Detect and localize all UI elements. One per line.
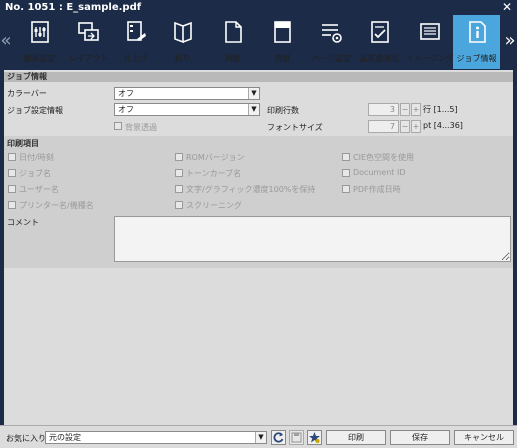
settings-panel: ジョブ情報 カラーバー オフ ▼ ジョブ設定情報 オフ ▼ 背景透過 印刷行数 … (4, 70, 513, 425)
favorites-select[interactable]: 元の設定 ▼ (45, 431, 267, 444)
font-size-range: pt [4...36] (423, 121, 463, 130)
font-size-label: フォントサイズ (267, 123, 323, 132)
window-title: No. 1051 : E_sample.pdf (5, 2, 142, 13)
tab-label: ページ設定 (311, 54, 352, 63)
print-item-label: CIE色空間を使用 (353, 153, 414, 162)
refresh-icon (273, 432, 284, 443)
tab-label: ジョブ情報 (456, 54, 497, 63)
print-item-label: ジョブ名 (19, 169, 51, 178)
tab-quick-settings[interactable]: 簡易設定 (16, 15, 63, 69)
decrement-button[interactable]: − (400, 120, 410, 133)
print-button[interactable]: 印刷 (326, 430, 386, 445)
checkbox[interactable] (342, 153, 350, 161)
color-bar-select[interactable]: オフ ▼ (114, 87, 260, 100)
job-settings-window: No. 1051 : E_sample.pdf ✕ « 簡易設定 レイアウト 仕… (0, 0, 517, 448)
refresh-button[interactable] (271, 430, 286, 445)
tab-page-settings[interactable]: ページ設定 (308, 15, 355, 69)
floppy-icon (291, 432, 302, 443)
tab-label: 折り (174, 54, 191, 63)
tab-label: 用紙 (224, 54, 241, 63)
paper-icon (224, 21, 242, 43)
checkbox[interactable] (8, 201, 16, 209)
increment-button[interactable]: + (411, 103, 421, 116)
tab-paper[interactable]: 用紙 (209, 15, 256, 69)
tab-job-info[interactable]: ジョブ情報 (453, 15, 500, 69)
favorites-label: お気に入り (6, 434, 46, 443)
cover-icon (273, 21, 291, 43)
tab-layout[interactable]: レイアウト (65, 15, 112, 69)
tab-label: 表紙 (274, 54, 291, 63)
scroll-right-button[interactable]: » (504, 29, 516, 55)
job-info-header: ジョブ情報 (4, 72, 513, 82)
chevron-down-icon: ▼ (255, 432, 266, 443)
quick-settings-icon (30, 21, 49, 43)
comment-label: コメント (7, 218, 39, 227)
checkbox[interactable] (175, 201, 183, 209)
print-item-label: PDF作成日時 (353, 185, 401, 194)
chevron-down-icon: ▼ (248, 104, 259, 115)
checkbox[interactable] (175, 153, 183, 161)
page-settings-icon (321, 24, 342, 43)
print-item-label: プリンター名/機種名 (19, 201, 94, 210)
finishing-icon (126, 21, 146, 41)
job-setting-select[interactable]: オフ ▼ (114, 103, 260, 116)
tab-label: 簡易設定 (23, 54, 56, 63)
checkbox[interactable] (342, 185, 350, 193)
tab-quality[interactable]: 品質最適化 (356, 15, 403, 69)
favorites-value: 元の設定 (49, 433, 81, 442)
bg-transparent-checkbox[interactable] (114, 122, 122, 130)
checkbox[interactable] (175, 185, 183, 193)
fold-icon (173, 21, 192, 44)
checkbox[interactable] (8, 185, 16, 193)
bg-transparent-label: 背景透過 (125, 123, 157, 132)
footer-bar: お気に入り 元の設定 ▼ 印刷 保存 キャンセル (0, 425, 517, 448)
job-setting-value: オフ (118, 105, 134, 114)
print-lines-label: 印刷行数 (267, 106, 299, 115)
print-item-label: トーンカーブ名 (186, 169, 242, 178)
print-item-label: ユーザー名 (19, 185, 59, 194)
job-info-icon (468, 21, 486, 43)
print-lines-value[interactable]: 3 (368, 103, 399, 116)
print-item-label: ROMバージョン (186, 153, 245, 162)
close-button[interactable]: ✕ (502, 0, 512, 14)
decrement-button[interactable]: − (400, 103, 410, 116)
print-item-label: 文字/グラフィック濃度100%を保持 (186, 185, 316, 194)
color-bar-value: オフ (118, 89, 134, 98)
tab-finishing[interactable]: 仕上げ (112, 15, 159, 69)
tab-fold[interactable]: 折り (159, 15, 206, 69)
increment-button[interactable]: + (411, 120, 421, 133)
comment-textarea[interactable] (114, 216, 511, 262)
tab-cover[interactable]: 表紙 (259, 15, 306, 69)
scroll-left-button[interactable]: « (0, 29, 12, 55)
layout-icon (77, 22, 99, 41)
tab-label: 品質最適化 (359, 54, 400, 63)
color-bar-label: カラーバー (7, 89, 47, 98)
imaging-icon (419, 23, 440, 40)
category-toolbar: « 簡易設定 レイアウト 仕上げ 折り 用紙 表紙 ページ設定 品質最適化 イメ… (0, 15, 517, 69)
print-lines-range: 行 [1...5] (423, 105, 458, 114)
favorite-star-button[interactable] (307, 430, 322, 445)
chevron-down-icon: ▼ (248, 88, 259, 99)
tab-imaging[interactable]: イメージング (406, 15, 453, 69)
checkbox[interactable] (8, 169, 16, 177)
print-item-label: 日付/時刻 (19, 153, 54, 162)
star-icon (309, 432, 320, 443)
font-size-value[interactable]: 7 (368, 120, 399, 133)
print-item-label: スクリーニング (186, 201, 242, 210)
quality-icon (370, 21, 389, 43)
save-favorite-button[interactable] (289, 430, 304, 445)
checkbox[interactable] (8, 153, 16, 161)
save-button[interactable]: 保存 (390, 430, 450, 445)
title-bar: No. 1051 : E_sample.pdf ✕ (0, 0, 517, 15)
print-item-label: Document ID (353, 168, 406, 177)
cancel-button[interactable]: キャンセル (454, 430, 514, 445)
checkbox[interactable] (342, 169, 350, 177)
print-items-header: 印刷項目 (7, 139, 39, 148)
checkbox[interactable] (175, 169, 183, 177)
job-setting-label: ジョブ設定情報 (7, 106, 63, 115)
